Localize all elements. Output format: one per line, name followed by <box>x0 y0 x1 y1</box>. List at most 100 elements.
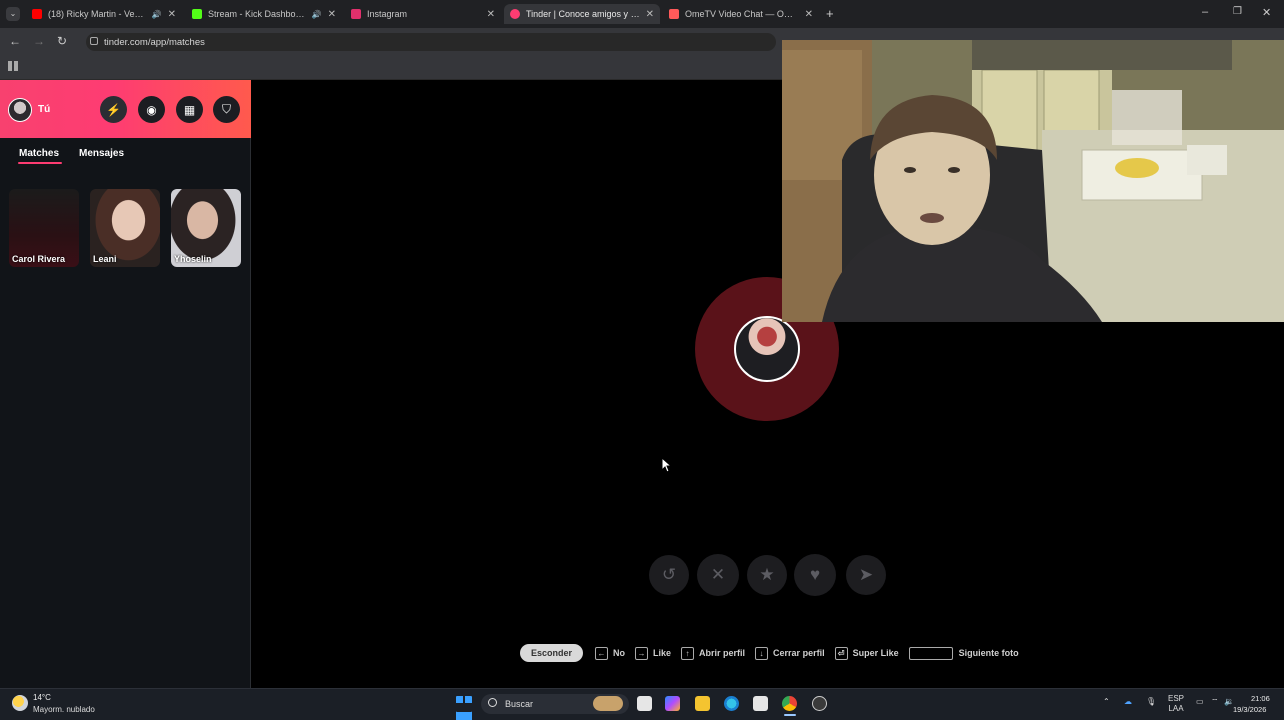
obs-recording-icon[interactable] <box>812 696 827 711</box>
browser-tab-tinder[interactable]: Tinder | Conoce amigos y gente ✕ <box>504 4 660 24</box>
left-arrow-key-icon: ← <box>595 646 609 660</box>
match-card[interactable]: Carol Rivera <box>9 189 79 267</box>
briefcase-icon[interactable]: ▦ <box>176 96 203 123</box>
browser-tab-youtube[interactable]: (18) Ricky Martin - Vente Pa 🔊 ✕ <box>26 4 182 24</box>
down-arrow-key-icon: ↓ <box>755 646 769 660</box>
youtube-icon <box>32 9 42 19</box>
microphone-icon[interactable]: 🎙 <box>1146 697 1156 706</box>
apps-grid-icon[interactable] <box>8 61 18 71</box>
keyboard-shortcuts-bar: Esconder ← No → Like ↑ Abrir perfil ↓ Ce… <box>520 643 1029 663</box>
shortcut-label: Abrir perfil <box>699 648 746 658</box>
tab-messages[interactable]: Mensajes <box>79 148 124 159</box>
network-icon[interactable]: ▭ <box>1196 697 1204 706</box>
shortcut-hint: ⏎ Super Like <box>834 646 899 660</box>
super-like-button[interactable]: ★ <box>747 555 787 595</box>
close-tab-icon[interactable]: ✕ <box>805 9 813 20</box>
language-indicator[interactable]: ESP LAA <box>1168 694 1184 714</box>
tab-title: Tinder | Conoce amigos y gente <box>526 9 640 19</box>
shortcut-hint: Siguiente foto <box>908 646 1019 660</box>
search-icon <box>488 698 497 707</box>
mouse-cursor <box>661 457 673 473</box>
my-profile-photo <box>734 316 800 382</box>
weather-temperature[interactable]: 14°C <box>33 693 51 702</box>
send-icon: ➤ <box>858 565 874 584</box>
shortcut-label: Cerrar perfil <box>773 648 825 658</box>
site-info-icon[interactable] <box>90 37 98 45</box>
shortcut-hint: → Like <box>635 646 672 660</box>
onedrive-cloud-icon[interactable]: ☁ <box>1124 697 1132 706</box>
shortcut-hint: ← No <box>595 646 625 660</box>
tinder-flame-icon <box>510 9 520 19</box>
like-button[interactable]: ♥ <box>794 554 836 596</box>
webcam-image <box>782 40 1284 322</box>
tab-title: (18) Ricky Martin - Vente Pa <box>48 9 148 19</box>
copilot-icon[interactable] <box>665 696 680 711</box>
weather-description[interactable]: Mayorm. nublado <box>33 705 95 714</box>
windows-start-icon[interactable] <box>456 696 472 712</box>
instagram-icon <box>351 9 361 19</box>
weather-icon[interactable] <box>12 695 28 711</box>
active-tab-indicator <box>18 162 62 164</box>
app-icon-pets[interactable] <box>593 696 623 711</box>
hide-shortcuts-button[interactable]: Esconder <box>520 644 584 662</box>
star-icon: ★ <box>759 565 775 584</box>
match-name: Carol Rivera <box>12 254 66 264</box>
close-tab-icon[interactable]: ✕ <box>168 9 176 20</box>
safety-shield-icon[interactable]: ⛉ <box>213 96 240 123</box>
store-icon[interactable] <box>753 696 768 711</box>
tab-title: Stream - Kick Dashboard <box>208 9 308 19</box>
shortcut-hint: ↓ Cerrar perfil <box>755 646 825 660</box>
clock-time[interactable]: 21:06 <box>1251 694 1270 703</box>
reload-icon[interactable]: ↻ <box>57 34 67 48</box>
forward-arrow-icon[interactable]: → <box>33 34 45 48</box>
shortcut-hint: ↑ Abrir perfil <box>681 646 746 660</box>
ometv-icon <box>669 9 679 19</box>
close-window-icon[interactable]: ✕ <box>1262 6 1271 19</box>
tab-title: OmeTV Video Chat — Omegle <box>685 9 799 19</box>
shortcut-label: Siguiente foto <box>958 648 1019 658</box>
match-name: Yhoselin <box>174 254 212 264</box>
chrome-icon[interactable] <box>782 696 797 711</box>
kick-icon <box>192 9 202 19</box>
close-tab-icon[interactable]: ✕ <box>328 9 336 20</box>
close-tab-icon[interactable]: ✕ <box>646 9 654 20</box>
speaker-icon[interactable]: 🔊 <box>152 10 162 19</box>
my-profile-label[interactable]: Tú <box>38 104 50 115</box>
new-tab-button[interactable]: + <box>826 6 834 21</box>
right-arrow-key-icon: → <box>635 646 649 660</box>
back-arrow-icon[interactable]: ← <box>9 34 21 48</box>
address-bar[interactable]: tinder.com/app/matches <box>86 33 776 51</box>
tab-title: Instagram <box>367 9 408 19</box>
minimize-icon[interactable]: – <box>1202 6 1208 18</box>
wifi-icon[interactable]: ⌔ <box>1211 697 1219 707</box>
space-key-icon <box>908 646 953 660</box>
matches-sidebar <box>0 80 251 688</box>
close-tab-icon[interactable]: ✕ <box>487 9 495 20</box>
browser-tab-instagram[interactable]: Instagram ✕ <box>345 4 501 24</box>
match-card[interactable]: Yhoselin <box>171 189 241 267</box>
nope-icon: ✕ <box>710 565 726 584</box>
maximize-icon[interactable]: ❐ <box>1233 6 1242 17</box>
edge-icon[interactable] <box>724 696 739 711</box>
rewind-icon: ↺ <box>661 565 677 584</box>
file-explorer-icon[interactable] <box>695 696 710 711</box>
explore-compass-icon[interactable]: ◉ <box>138 96 165 123</box>
nope-button[interactable]: ✕ <box>697 554 739 596</box>
my-avatar[interactable] <box>8 98 32 122</box>
clock-date[interactable]: 19/3/2026 <box>1233 705 1266 714</box>
match-card[interactable]: Leani <box>90 189 160 267</box>
boost-send-button[interactable]: ➤ <box>846 555 886 595</box>
language-code: ESP <box>1168 694 1185 703</box>
search-placeholder: Buscar <box>505 699 534 709</box>
browser-tab-ometv[interactable]: OmeTV Video Chat — Omegle ✕ <box>663 4 819 24</box>
shortcut-label: Like <box>653 648 672 658</box>
browser-tab-kick[interactable]: Stream - Kick Dashboard 🔊 ✕ <box>186 4 342 24</box>
tab-list-button[interactable]: ⌄ <box>6 7 20 21</box>
tray-overflow-icon[interactable]: ⌃ <box>1103 697 1110 706</box>
boost-icon[interactable]: ⚡ <box>100 96 127 123</box>
task-view-icon[interactable] <box>637 696 652 711</box>
enter-key-icon: ⏎ <box>834 646 848 660</box>
rewind-button[interactable]: ↺ <box>649 555 689 595</box>
speaker-icon[interactable]: 🔊 <box>312 10 322 19</box>
tab-matches[interactable]: Matches <box>19 148 59 159</box>
